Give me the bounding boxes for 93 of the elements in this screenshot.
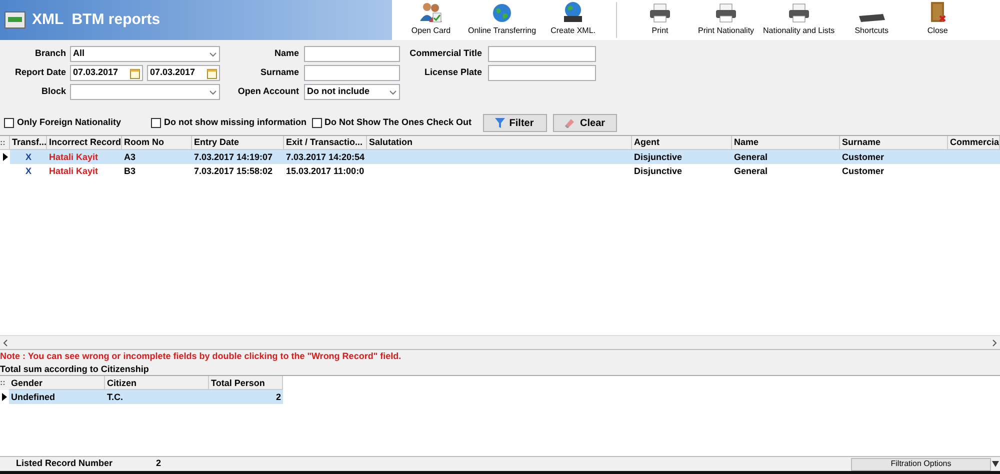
field-label: Branch bbox=[34, 47, 66, 60]
table-cell-text: Customer bbox=[842, 165, 886, 178]
table-cell-text: 7.03.2017 15:58:02 bbox=[194, 165, 274, 178]
calendar-icon bbox=[130, 68, 140, 78]
surname-field[interactable] bbox=[304, 65, 400, 81]
date-field[interactable]: 07.03.2017 bbox=[147, 65, 220, 81]
table-cell-text: Hatali Kayit bbox=[49, 151, 100, 164]
table-cell-text: 7.03.2017 14:19:07 bbox=[194, 151, 274, 164]
summary-title: Total sum according to Citizenship bbox=[0, 363, 150, 375]
row-pointer-icon bbox=[2, 153, 8, 161]
field-label: Commercial Title bbox=[408, 47, 482, 60]
grid-corner: :: bbox=[0, 376, 9, 390]
field-label: License Plate bbox=[423, 66, 482, 80]
row-pointer-icon bbox=[2, 393, 7, 401]
table-row[interactable]: X Hatali Kayit A3 7.03.2017 14:19:07 7.03.2017 14:20:54 Disjunctive General Customer bbox=[0, 150, 1000, 164]
open-account-dropdown[interactable]: Do not include bbox=[304, 84, 400, 100]
toolbar-button[interactable]: Print Nationality bbox=[693, 0, 760, 40]
toolbar-button[interactable]: Create XML. bbox=[540, 0, 606, 40]
table-cell-text: General bbox=[734, 165, 769, 178]
column-header[interactable]: Transf... bbox=[10, 136, 47, 149]
checkbox[interactable] bbox=[151, 118, 162, 128]
column-header[interactable]: Salutation bbox=[367, 136, 632, 149]
door-icon bbox=[928, 1, 947, 23]
field-label: Report Date bbox=[14, 66, 66, 80]
printer-icon bbox=[714, 3, 738, 23]
branch-dropdown[interactable]: All bbox=[70, 46, 220, 62]
checkbox[interactable] bbox=[4, 118, 14, 128]
table-cell-text: Disjunctive bbox=[634, 165, 684, 178]
clear-button[interactable]: Clear bbox=[552, 114, 617, 132]
checkbox-label: Only Foreign Nationality bbox=[17, 116, 122, 130]
toolbar-button[interactable]: Shortcuts bbox=[838, 0, 905, 40]
keyboard-icon bbox=[858, 13, 886, 23]
column-header[interactable]: Gender bbox=[9, 376, 105, 390]
field-label: Block bbox=[40, 85, 66, 98]
horizontal-scrollbar[interactable] bbox=[0, 335, 1000, 349]
table-cell-text: Undefined bbox=[10, 391, 56, 404]
filter-button[interactable]: Filter bbox=[482, 114, 547, 132]
toolbar-button[interactable]: Open Card bbox=[398, 0, 464, 40]
checkbox-label: Do not show missing information bbox=[164, 116, 307, 130]
table-cell-text: T.C. bbox=[106, 391, 124, 404]
field-label: Surname bbox=[259, 66, 299, 80]
column-header[interactable]: Citizen bbox=[105, 376, 209, 390]
table-cell-text: Customer bbox=[842, 151, 886, 164]
column-header[interactable]: Room No bbox=[122, 136, 192, 149]
column-header[interactable]: Commercia bbox=[948, 136, 1000, 149]
people-icon bbox=[419, 1, 443, 23]
column-header[interactable]: Incorrect Record bbox=[47, 136, 122, 149]
table-cell-text: 7.03.2017 14:20:54 bbox=[286, 151, 365, 164]
field-label: Open Account bbox=[236, 85, 299, 98]
table-cell-text: Disjunctive bbox=[634, 151, 684, 164]
checkbox[interactable] bbox=[312, 118, 322, 128]
table-cell-text: 15.03.2017 11:00:0 bbox=[286, 165, 365, 178]
column-header[interactable]: Entry Date bbox=[192, 136, 284, 149]
column-header[interactable]: Agent bbox=[632, 136, 732, 149]
printer-icon bbox=[786, 3, 811, 23]
window-title: XML BTM reports bbox=[32, 10, 160, 30]
note-text: Note : You can see wrong or incomplete fields by double clicking to the "Wrong Record" field. bbox=[0, 350, 402, 363]
checkbox-label: Do Not Show The Ones Check Out bbox=[324, 116, 472, 130]
column-header[interactable]: Name bbox=[732, 136, 840, 149]
toolbar-button[interactable]: Online Transferring bbox=[464, 0, 540, 40]
funnel-icon bbox=[495, 118, 506, 128]
table-cell-text: General bbox=[734, 151, 769, 164]
toolbar-button[interactable]: Close bbox=[904, 0, 971, 40]
calendar-icon bbox=[207, 68, 217, 78]
commercial-title-field[interactable] bbox=[488, 46, 596, 62]
eraser-icon bbox=[564, 117, 576, 129]
table-cell-text: A3 bbox=[124, 151, 137, 164]
grid-corner: :: bbox=[0, 136, 10, 149]
globe-icon bbox=[492, 3, 512, 23]
name-field[interactable] bbox=[304, 46, 400, 62]
table-cell-text: 2 bbox=[274, 391, 282, 404]
table-cell-text: X bbox=[24, 165, 32, 178]
scroll-left-icon[interactable] bbox=[2, 338, 8, 346]
dropdown-arrow-icon[interactable] bbox=[992, 461, 999, 467]
table-cell-text: Hatali Kayit bbox=[49, 165, 100, 178]
field-label: Name bbox=[273, 47, 299, 60]
printer-icon bbox=[648, 3, 672, 23]
globe-document-icon bbox=[563, 1, 584, 23]
table-row[interactable]: Undefined T.C. 2 bbox=[0, 390, 1000, 404]
filtration-options-button[interactable]: Filtration Options bbox=[851, 458, 991, 470]
date-field[interactable]: 07.03.2017 bbox=[70, 65, 143, 81]
column-header[interactable]: Total Person bbox=[209, 376, 283, 390]
column-header[interactable]: Surname bbox=[840, 136, 948, 149]
scroll-right-icon[interactable] bbox=[992, 338, 998, 346]
table-cell-text: B3 bbox=[124, 165, 137, 178]
license-plate-field[interactable] bbox=[488, 65, 596, 81]
toolbar-button[interactable]: Nationality and Lists bbox=[759, 0, 839, 40]
report-icon bbox=[4, 11, 26, 29]
table-cell-text: X bbox=[24, 151, 32, 164]
status-label: Listed Record Number bbox=[16, 457, 114, 470]
record-count: 2 bbox=[156, 457, 162, 470]
toolbar-button[interactable]: Print bbox=[627, 0, 694, 40]
column-header[interactable]: Exit / Transactio... bbox=[284, 136, 367, 149]
